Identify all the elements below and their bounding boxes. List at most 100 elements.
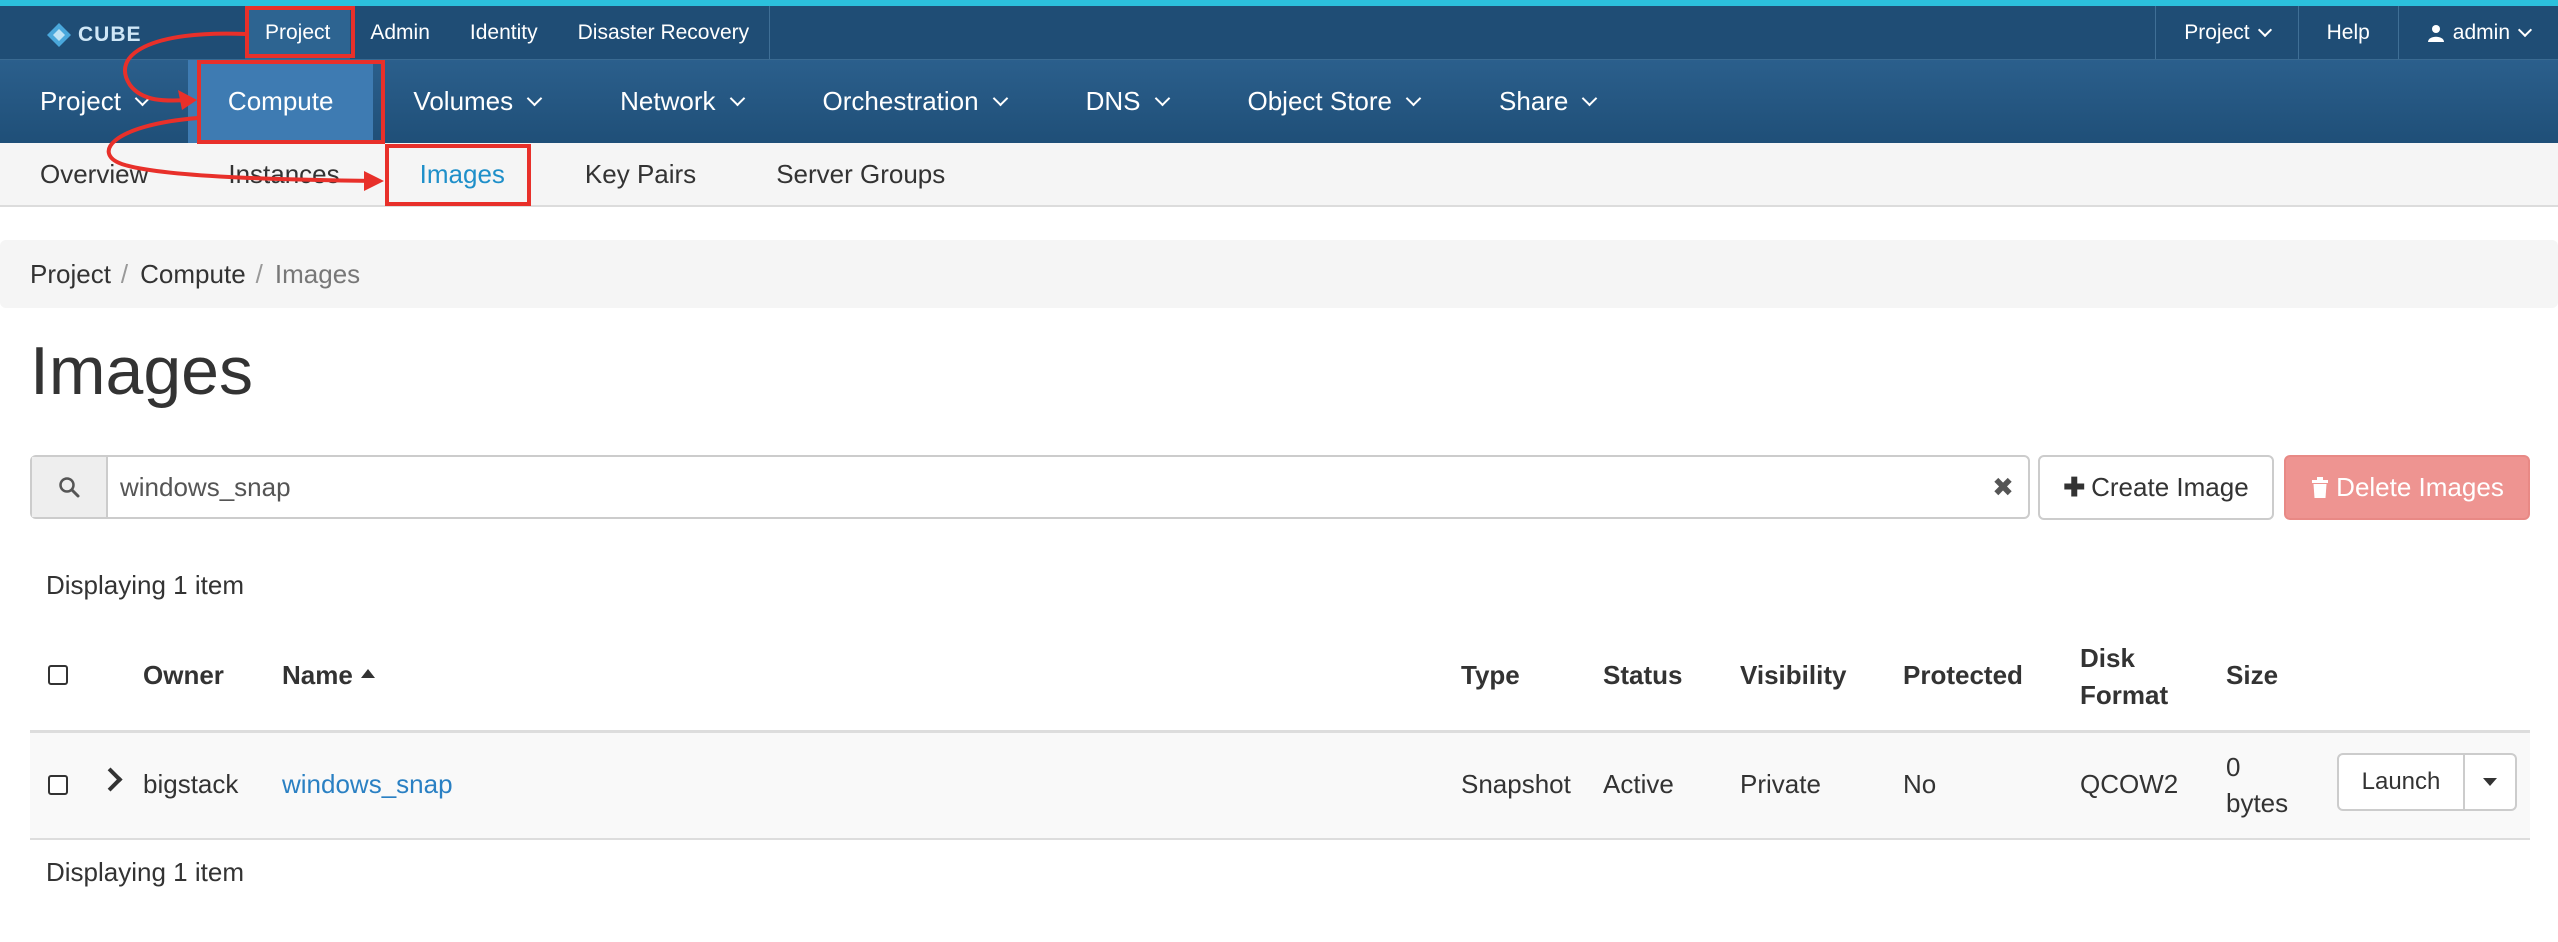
user-menu-label: admin	[2452, 20, 2510, 44]
help-link[interactable]: Help	[2297, 6, 2398, 59]
main-nav-dns-label: DNS	[1085, 86, 1141, 116]
header-status[interactable]: Status	[1603, 660, 1682, 691]
project-dropdown[interactable]: Project	[2155, 6, 2297, 59]
main-nav-network[interactable]: Network	[580, 60, 782, 143]
main-nav-share[interactable]: Share	[1459, 60, 1635, 143]
main-nav-volumes[interactable]: Volumes	[373, 60, 580, 143]
main-nav-object-store[interactable]: Object Store	[1208, 60, 1460, 143]
logo[interactable]: CUBE	[46, 20, 142, 50]
main-nav-project-label: Project	[40, 86, 121, 116]
create-image-label: Create Image	[2091, 472, 2249, 502]
cell-name-link[interactable]: windows_snap	[282, 769, 453, 800]
logo-text: CUBE	[78, 23, 142, 46]
header-disk-format-line2: Format	[2080, 680, 2169, 710]
tab-key-pairs[interactable]: Key Pairs	[545, 143, 736, 205]
caret-down-icon	[2483, 778, 2497, 786]
top-right-menu: Project Help admin	[2155, 6, 2558, 59]
main-nav-project[interactable]: Project	[0, 60, 188, 143]
chevron-down-icon	[1405, 90, 1422, 107]
top-nav-admin[interactable]: Admin	[350, 6, 450, 59]
breadcrumb-compute[interactable]: Compute	[140, 259, 246, 290]
header-disk-format[interactable]: Disk Format	[2080, 640, 2168, 714]
search-input[interactable]	[108, 457, 1978, 517]
main-nav-orchestration-label: Orchestration	[822, 86, 979, 116]
tab-server-groups[interactable]: Server Groups	[736, 143, 985, 205]
search-icon	[59, 477, 80, 498]
cell-visibility: Private	[1740, 769, 1821, 799]
cell-size-unit: bytes	[2226, 788, 2289, 818]
user-icon	[2427, 24, 2444, 42]
breadcrumb-separator: /	[120, 258, 129, 289]
header-visibility[interactable]: Visibility	[1740, 660, 1846, 691]
chevron-down-icon	[2257, 22, 2272, 37]
sort-ascending-icon	[360, 669, 375, 678]
search-icon-box	[32, 457, 108, 517]
breadcrumb-images: Images	[274, 258, 361, 289]
top-nav-project[interactable]: Project	[245, 6, 351, 59]
select-all-checkbox[interactable]	[48, 665, 68, 685]
delete-images-button[interactable]: Delete Images	[2284, 455, 2530, 520]
tab-images[interactable]: Images	[380, 143, 545, 205]
main-nav-volumes-label: Volumes	[413, 86, 514, 116]
expand-row-icon[interactable]	[98, 767, 123, 792]
launch-dropdown-toggle[interactable]	[2465, 753, 2517, 811]
top-nav-divider	[769, 6, 771, 59]
top-nav: Project Admin Identity Disaster Recovery	[245, 6, 771, 59]
launch-button[interactable]: Launch	[2337, 753, 2465, 811]
cell-status: Active	[1603, 769, 1674, 799]
user-menu[interactable]: admin	[2397, 6, 2558, 59]
tab-overview[interactable]: Overview	[0, 143, 188, 205]
sub-nav: Overview Instances Images Key Pairs Serv…	[0, 143, 2558, 207]
header-name-label: Name	[282, 660, 353, 690]
cell-disk-format: QCOW2	[2080, 769, 2179, 799]
launch-button-group: Launch	[2337, 753, 2517, 811]
cube-logo-icon	[47, 23, 71, 47]
project-dropdown-label: Project	[2184, 20, 2250, 44]
cell-owner: bigstack	[143, 769, 239, 799]
breadcrumb: Project / Compute / Images	[0, 240, 2558, 308]
main-nav-orchestration[interactable]: Orchestration	[783, 60, 1046, 143]
top-nav-identity[interactable]: Identity	[450, 6, 558, 59]
main-nav-dns[interactable]: DNS	[1046, 60, 1208, 143]
header-disk-format-line1: Disk	[2080, 643, 2135, 673]
cell-size-value: 0	[2226, 752, 2241, 782]
page-title: Images	[30, 333, 253, 409]
header-protected[interactable]: Protected	[1903, 660, 2023, 691]
main-nav-compute-label: Compute	[227, 86, 334, 116]
top-bar: CUBE Project Admin Identity Disaster Rec…	[0, 6, 2558, 60]
trash-icon	[2312, 476, 2329, 498]
main-nav-share-label: Share	[1499, 86, 1569, 116]
cell-size: 0 bytes	[2226, 749, 2288, 821]
table-row: bigstack windows_snap Snapshot Active Pr…	[30, 733, 2530, 840]
tab-instances[interactable]: Instances	[188, 143, 379, 205]
main-nav-network-label: Network	[620, 86, 716, 116]
chevron-down-icon	[1154, 90, 1170, 107]
breadcrumb-project[interactable]: Project	[30, 259, 111, 290]
search-bar: ✖	[30, 455, 2030, 519]
header-name[interactable]: Name	[282, 660, 375, 691]
delete-images-label: Delete Images	[2336, 472, 2504, 502]
row-checkbox[interactable]	[48, 775, 68, 795]
chevron-down-icon	[729, 90, 745, 107]
header-size[interactable]: Size	[2226, 660, 2278, 691]
chevron-down-icon	[134, 90, 151, 107]
chevron-down-icon	[1582, 90, 1598, 107]
main-nav-compute[interactable]: Compute	[187, 60, 374, 143]
create-image-button[interactable]: ✚ Create Image	[2038, 455, 2274, 520]
main-nav-object-store-label: Object Store	[1247, 86, 1393, 116]
main-nav: Project Compute Volumes Network Orchestr…	[0, 60, 2558, 143]
cell-protected: No	[1903, 769, 1937, 799]
top-nav-disaster-recovery[interactable]: Disaster Recovery	[558, 6, 770, 59]
breadcrumb-separator: /	[255, 258, 263, 289]
cell-type: Snapshot	[1461, 769, 1571, 799]
header-owner[interactable]: Owner	[143, 660, 224, 691]
chevron-down-icon	[2517, 22, 2533, 37]
chevron-down-icon	[992, 90, 1008, 107]
clear-search-icon[interactable]: ✖	[1978, 457, 2028, 517]
header-type[interactable]: Type	[1461, 660, 1520, 691]
display-count-bottom: Displaying 1 item	[46, 857, 244, 887]
display-count-top: Displaying 1 item	[46, 570, 244, 600]
plus-icon: ✚	[2063, 472, 2086, 502]
chevron-down-icon	[526, 90, 543, 107]
table-header: Owner Name Type Status Visibility Protec…	[30, 620, 2530, 733]
